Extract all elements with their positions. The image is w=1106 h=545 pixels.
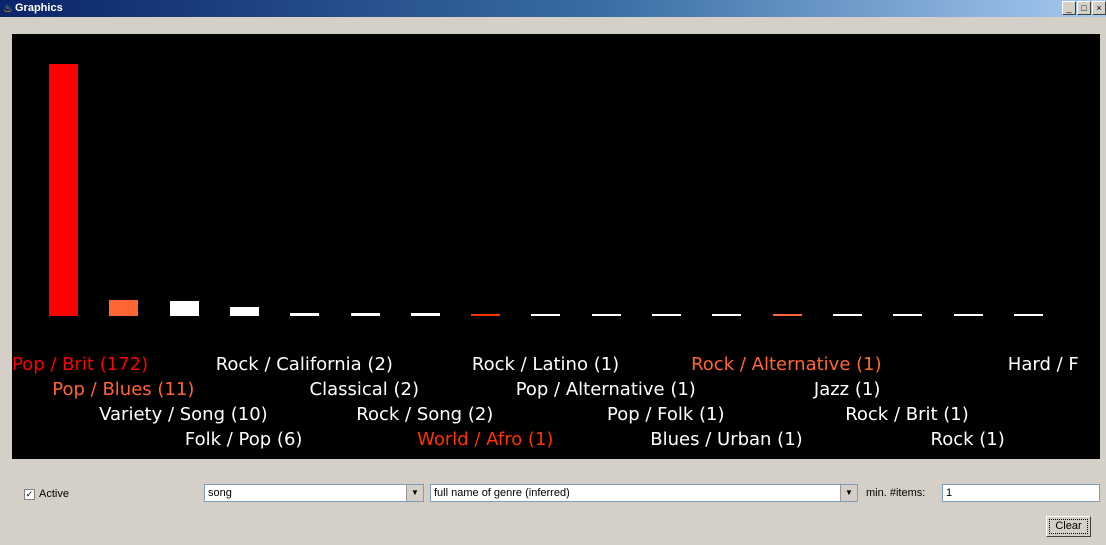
clear-button[interactable]: Clear <box>1046 516 1091 537</box>
genre-attribute-value: full name of genre (inferred) <box>434 487 570 499</box>
bar-label[interactable]: Pop / Folk (1) <box>607 404 725 426</box>
chevron-down-icon[interactable]: ▼ <box>840 485 857 501</box>
title-bar: ♨ Graphics _ □ × <box>0 0 1106 17</box>
bar-label[interactable]: Rock / Song (2) <box>356 404 493 426</box>
chevron-down-icon[interactable]: ▼ <box>406 485 423 501</box>
bar-label[interactable]: Pop / Alternative (1) <box>516 379 696 401</box>
bar[interactable] <box>652 314 681 316</box>
java-cup-icon: ♨ <box>3 2 13 15</box>
bar[interactable] <box>471 314 501 316</box>
maximize-button[interactable]: □ <box>1077 1 1091 15</box>
active-toggle[interactable]: ✓ Active <box>24 488 69 500</box>
item-type-select[interactable]: song ▼ <box>204 484 424 502</box>
bar-label[interactable]: Rock / California (2) <box>216 354 393 376</box>
control-panel: ✓ Active song ▼ full name of genre (infe… <box>0 476 1106 545</box>
bar[interactable] <box>832 314 862 316</box>
bar[interactable] <box>290 313 320 316</box>
window-title: Graphics <box>15 2 63 14</box>
bar-label[interactable]: World / Afro (1) <box>417 429 553 451</box>
bar-label[interactable]: Classical (2) <box>310 379 420 401</box>
bar-label[interactable]: Hard / F <box>1008 354 1079 376</box>
bar[interactable] <box>169 301 199 316</box>
bar[interactable] <box>772 314 802 316</box>
bar[interactable] <box>229 307 259 316</box>
item-type-value: song <box>208 487 232 499</box>
bar[interactable] <box>109 300 139 316</box>
bar[interactable] <box>531 314 561 316</box>
bar-label[interactable]: Pop / Blues (11) <box>52 379 194 401</box>
bar-label[interactable]: Rock (1) <box>931 429 1005 451</box>
bar-label[interactable]: Rock / Brit (1) <box>845 404 969 426</box>
chart-canvas: Pop / Brit (172) Pop / Blues (11) Variety … <box>12 34 1100 459</box>
bar[interactable] <box>49 64 78 316</box>
genre-attribute-select[interactable]: full name of genre (inferred) ▼ <box>430 484 858 502</box>
bar-label[interactable]: Folk / Pop (6) <box>185 429 303 451</box>
bar[interactable] <box>893 314 923 316</box>
active-label: Active <box>39 488 69 500</box>
bar-label[interactable]: Rock / Latino (1) <box>472 354 619 376</box>
bar[interactable] <box>1013 314 1043 316</box>
window-controls: _ □ × <box>1062 1 1106 15</box>
bar[interactable] <box>712 314 742 316</box>
min-items-input[interactable]: 1 <box>942 484 1100 502</box>
bar[interactable] <box>953 314 983 316</box>
bar-label[interactable]: Pop / Brit (172) <box>12 354 148 376</box>
bar-label[interactable]: Rock / Alternative (1) <box>691 354 882 376</box>
bar-label[interactable]: Jazz (1) <box>814 379 880 401</box>
close-button[interactable]: × <box>1092 1 1106 15</box>
minimize-button[interactable]: _ <box>1062 1 1076 15</box>
bar[interactable] <box>591 314 621 316</box>
active-checkbox[interactable]: ✓ <box>24 488 35 500</box>
min-items-label: min. #items: <box>866 487 926 499</box>
bar-label[interactable]: Blues / Urban (1) <box>650 429 802 451</box>
bar[interactable] <box>350 313 380 316</box>
bar[interactable] <box>410 313 440 316</box>
bar-label[interactable]: Variety / Song (10) <box>99 404 268 426</box>
